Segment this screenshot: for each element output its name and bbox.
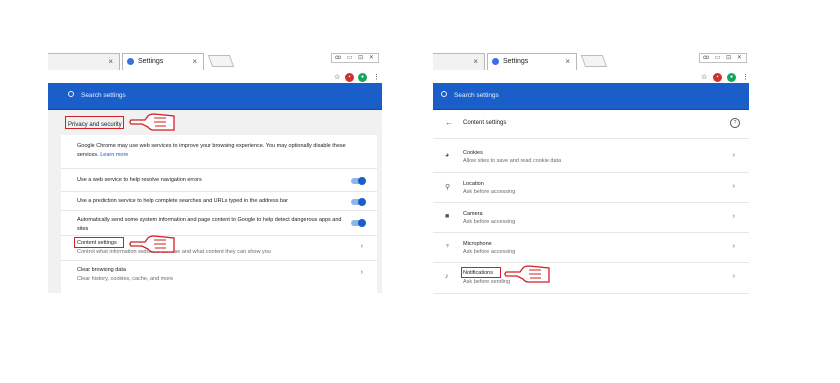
star-icon[interactable]: ☆ (334, 73, 340, 81)
tab-label: Settings (138, 58, 164, 65)
search-placeholder: Search settings (454, 92, 499, 99)
setting-label: Automatically send some system informati… (77, 217, 342, 232)
settings-gear-icon (492, 57, 499, 65)
menu-icon[interactable]: ⋮ (373, 73, 380, 81)
microphone-icon: ♆ (445, 243, 451, 250)
inactive-tab[interactable]: × (48, 53, 120, 70)
maximize-button[interactable]: ⊡ (358, 55, 363, 61)
cookie-icon: ◕ (445, 152, 450, 159)
search-settings-input[interactable]: Search settings (441, 91, 499, 99)
search-icon (441, 91, 447, 97)
maximize-button[interactable]: ⊡ (726, 55, 731, 61)
inactive-tab[interactable]: × (433, 53, 485, 70)
pointing-hand-icon (504, 265, 550, 283)
intro-text: Google Chrome may use web services to im… (77, 142, 363, 160)
left-browser-window: × Settings × ꝏ ▭ ⊡ ✕ ☆ ▪ ● ⋮ Search sett… (48, 50, 382, 293)
setting-label: Location (463, 181, 484, 187)
grammarly-extension-icon[interactable]: ● (727, 73, 736, 82)
profile-button[interactable]: ꝏ (335, 55, 341, 61)
grammarly-extension-icon[interactable]: ● (358, 73, 367, 82)
setting-label: Microphone (463, 241, 492, 247)
clear-browsing-label: Clear browsing data (77, 267, 126, 273)
menu-icon[interactable]: ⋮ (742, 73, 749, 81)
clear-browsing-row[interactable]: Clear browsing data Clear history, cooki… (61, 260, 377, 284)
settings-header: Search settings (48, 83, 382, 110)
window-controls: ꝏ ▭ ⊡ ✕ (699, 53, 747, 63)
setting-row[interactable]: Automatically send some system informati… (61, 210, 377, 236)
setting-sub: Allow sites to save and read cookie data (463, 158, 562, 164)
highlight-content-settings-box (74, 237, 124, 248)
pointing-hand-icon (129, 235, 175, 253)
setting-toggle[interactable] (351, 198, 366, 206)
settings-content: Privacy and security Google Chrome may u… (48, 110, 382, 293)
content-setting-row[interactable]: ■ Camera Ask before accessing › (433, 202, 749, 233)
tab-strip: × Settings × ꝏ ▭ ⊡ ✕ (433, 50, 749, 71)
minimize-button[interactable]: ▭ (715, 55, 721, 61)
camera-icon: ■ (445, 213, 450, 220)
tab-close-icon[interactable]: × (565, 54, 570, 69)
settings-header: Search settings (433, 83, 749, 110)
new-tab-button[interactable] (580, 55, 608, 67)
search-placeholder: Search settings (81, 92, 126, 99)
right-browser-window: × Settings × ꝏ ▭ ⊡ ✕ ☆ ▪ ● ⋮ Search sett… (433, 50, 749, 298)
search-icon (68, 91, 74, 97)
setting-row[interactable]: Use a web service to help resolve naviga… (61, 168, 377, 192)
window-controls: ꝏ ▭ ⊡ ✕ (331, 53, 379, 63)
search-settings-input[interactable]: Search settings (68, 91, 126, 99)
highlight-privacy-box (65, 116, 124, 129)
setting-sub: Ask before accessing (463, 249, 516, 255)
chevron-right-icon: › (732, 152, 735, 159)
page-title: Content settings (463, 120, 507, 126)
profile-button[interactable]: ꝏ (703, 55, 709, 61)
learn-more-link[interactable]: Learn more (100, 152, 128, 158)
content-setting-row[interactable]: ♆ Microphone Ask before accessing › (433, 232, 749, 263)
chevron-right-icon: › (732, 273, 735, 280)
setting-sub: Ask before accessing (463, 189, 516, 195)
settings-tab[interactable]: Settings × (487, 53, 577, 70)
back-arrow-icon[interactable]: ← (445, 118, 453, 127)
tab-close-icon[interactable]: × (108, 54, 113, 69)
highlight-notifications-box (461, 267, 501, 278)
new-tab-button[interactable] (207, 55, 235, 67)
settings-tab[interactable]: Settings × (122, 53, 204, 70)
setting-row[interactable]: Use a prediction service to help complet… (61, 191, 377, 211)
setting-label: Use a prediction service to help complet… (77, 198, 288, 204)
close-window-button[interactable]: ✕ (737, 55, 742, 61)
privacy-card: Google Chrome may use web services to im… (61, 135, 377, 293)
chevron-right-icon: › (732, 213, 735, 220)
pointing-hand-icon (129, 113, 175, 131)
content-setting-row[interactable]: ⚲ Location Ask before accessing › (433, 172, 749, 203)
adblock-extension-icon[interactable]: ▪ (345, 73, 354, 82)
help-icon[interactable]: ? (730, 118, 740, 128)
setting-toggle[interactable] (351, 177, 366, 185)
setting-sub: Ask before accessing (463, 219, 516, 225)
adblock-extension-icon[interactable]: ▪ (713, 73, 722, 82)
content-settings-header: ← Content settings ? (433, 110, 749, 139)
tab-close-icon[interactable]: × (192, 54, 197, 69)
chevron-right-icon: › (360, 243, 363, 250)
close-window-button[interactable]: ✕ (369, 55, 374, 61)
clear-browsing-sub: Clear history, cookies, cache, and more (77, 276, 174, 282)
setting-label: Camera (463, 211, 483, 217)
chevron-right-icon: › (732, 183, 735, 190)
tab-close-icon[interactable]: × (473, 54, 478, 69)
tab-label: Settings (503, 58, 529, 65)
minimize-button[interactable]: ▭ (347, 55, 353, 61)
bell-icon: ♪ (445, 273, 449, 280)
setting-toggle[interactable] (351, 219, 366, 227)
settings-gear-icon (127, 57, 134, 65)
setting-label: Use a web service to help resolve naviga… (77, 177, 202, 183)
chevron-right-icon: › (732, 243, 735, 250)
chevron-right-icon: › (360, 269, 363, 276)
content-setting-row[interactable]: ◕ Cookies Allow sites to save and read c… (433, 142, 749, 172)
setting-label: Cookies (463, 150, 483, 156)
star-icon[interactable]: ☆ (701, 73, 707, 81)
tab-strip: × Settings × ꝏ ▭ ⊡ ✕ (48, 50, 382, 71)
location-icon: ⚲ (445, 184, 451, 191)
